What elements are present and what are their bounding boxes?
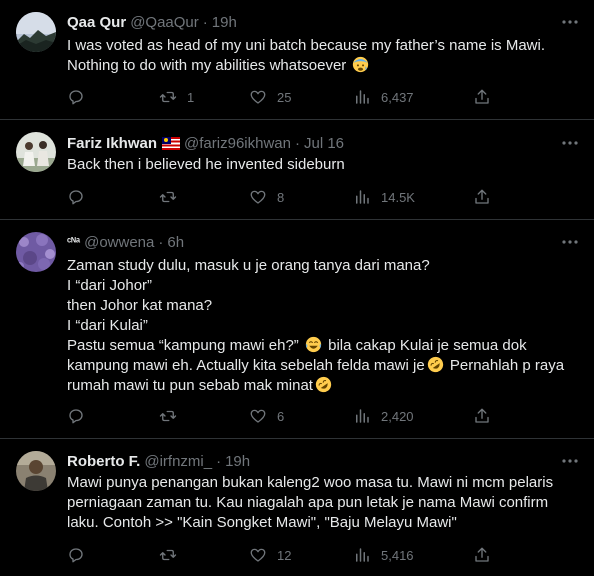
like-icon [250, 409, 266, 423]
tweet-4[interactable]: Roberto F. @irfnzmi_ · 19h Mawi punya pe… [0, 439, 594, 576]
tweet-text-line: kampung mawi eh. Actually kita sebelah f… [67, 356, 582, 376]
retweet-icon [159, 191, 177, 203]
like-icon [250, 548, 266, 562]
reply-icon [69, 90, 83, 105]
share-icon [475, 547, 489, 562]
malaysia-flag-icon [162, 136, 181, 150]
separator-dot: · [202, 13, 208, 31]
more-icon[interactable] [560, 451, 580, 471]
views-icon [356, 548, 369, 562]
tweet-text: I was voted as head of my uni batch beca… [67, 36, 582, 76]
like-button[interactable]: 6 [249, 406, 284, 426]
separator-dot: · [158, 233, 164, 251]
tweet-text-line: Nothing to do with my abilities whatsoev… [67, 56, 582, 76]
views-button[interactable]: 5,416 [353, 545, 414, 565]
tweet-text-line: perniagaan zaman tu. Kau niagalah apa pu… [67, 494, 549, 511]
tweet-text-line: I “dari Kulai” [67, 317, 148, 334]
display-name[interactable]: Fariz Ikhwan [67, 135, 157, 152]
share-icon [475, 89, 489, 104]
like-button[interactable]: 8 [249, 187, 284, 207]
tweet-actions: 1 25 6,437 [67, 87, 507, 107]
user-handle[interactable]: @owwena [84, 234, 154, 251]
user-handle[interactable]: @irfnzmi_ [144, 453, 212, 470]
rofl-emoji [315, 376, 332, 393]
tweet-text-line: Pastu semua “kampung mawi eh?” bila caka… [67, 336, 527, 354]
tweet-1[interactable]: Qaa Qur @QaaQur · 19h I was voted as hea… [0, 0, 594, 120]
tweet-header: Fariz Ikhwan @fariz96ikhwan · Jul 16 [67, 133, 344, 153]
views-button[interactable]: 2,420 [353, 406, 414, 426]
tweet-actions: 6 2,420 [67, 406, 507, 426]
timestamp[interactable]: 6h [167, 234, 184, 251]
reply-icon [69, 409, 83, 424]
retweet-button[interactable] [159, 187, 187, 207]
tweet-text-line: Mawi punya penangan bukan kaleng2 woo ma… [67, 474, 554, 491]
like-icon [250, 90, 266, 104]
tweet-actions: 12 5,416 [67, 545, 507, 565]
more-icon[interactable] [560, 133, 580, 153]
like-icon [250, 190, 266, 204]
separator-dot: · [216, 452, 222, 470]
more-icon[interactable] [560, 232, 580, 252]
tweet-text-line: then Johor kat mana? [67, 297, 213, 314]
tweet-text-line: laku. Contoh >> "Kain Songket Mawi", "Ba… [67, 514, 457, 531]
tweet-actions: 8 14.5K [67, 187, 507, 207]
avatar[interactable] [16, 132, 56, 172]
reply-button[interactable] [67, 87, 95, 107]
tweet-text: Back then i believed he invented sidebur… [67, 155, 582, 175]
retweet-button[interactable]: 1 [159, 87, 194, 107]
separator-dot: · [294, 134, 300, 152]
tweet-header: Roberto F. @irfnzmi_ · 19h [67, 451, 250, 471]
retweet-icon [159, 91, 177, 103]
more-icon[interactable] [560, 12, 580, 32]
share-button[interactable] [473, 406, 491, 426]
share-icon [475, 408, 489, 423]
tweet-2[interactable]: Fariz Ikhwan @fariz96ikhwan · Jul 16 Bac… [0, 120, 594, 220]
display-name[interactable]: Qaa Qur [67, 14, 126, 31]
reply-icon [69, 190, 83, 205]
tweet-text-line: rumah mawi tu pun sebab mak minat [67, 376, 582, 396]
share-button[interactable] [473, 87, 491, 107]
avatar[interactable] [16, 232, 56, 272]
share-button[interactable] [473, 545, 491, 565]
share-button[interactable] [473, 187, 491, 207]
rofl-emoji [427, 356, 443, 373]
display-name[interactable]: Roberto F. [67, 453, 140, 470]
like-button[interactable]: 12 [249, 545, 291, 565]
views-icon [356, 190, 369, 204]
tweet-header: Qaa Qur @QaaQur · 19h [67, 12, 237, 32]
tweet-text-line: I “dari Johor” [67, 277, 153, 294]
reply-icon [69, 548, 83, 563]
reply-button[interactable] [67, 406, 95, 426]
user-handle[interactable]: @QaaQur [130, 14, 199, 31]
display-name[interactable]: ᶜᴺᵃ [67, 236, 80, 248]
reply-button[interactable] [67, 187, 95, 207]
views-icon [356, 409, 369, 423]
retweet-icon [159, 410, 177, 422]
like-button[interactable]: 25 [249, 87, 291, 107]
retweet-icon [159, 549, 177, 561]
joy-emoji [305, 336, 322, 353]
avatar[interactable] [16, 451, 56, 491]
retweet-button[interactable] [159, 545, 187, 565]
retweet-button[interactable] [159, 406, 187, 426]
timestamp[interactable]: 19h [212, 14, 237, 31]
tweet-text-line: Back then i believed he invented sidebur… [67, 156, 345, 173]
share-icon [475, 189, 489, 204]
views-button[interactable]: 14.5K [353, 187, 415, 207]
tweet-header: ᶜᴺᵃ @owwena · 6h [67, 232, 184, 252]
reply-button[interactable] [67, 545, 95, 565]
tweet-text: Mawi punya penangan bukan kaleng2 woo ma… [67, 473, 582, 533]
views-icon [356, 90, 369, 104]
tweet-text-line: I was voted as head of my uni batch beca… [67, 37, 546, 54]
cold-sweat-emoji [353, 56, 369, 73]
tweet-text-line: Zaman study dulu, masuk u je orang tanya… [67, 257, 430, 274]
tweet-3[interactable]: ᶜᴺᵃ @owwena · 6h Zaman study dulu, masuk… [0, 220, 594, 439]
tweet-text: Zaman study dulu, masuk u je orang tanya… [67, 256, 582, 396]
timestamp[interactable]: Jul 16 [304, 135, 344, 152]
avatar[interactable] [16, 12, 56, 52]
views-button[interactable]: 6,437 [353, 87, 414, 107]
user-handle[interactable]: @fariz96ikhwan [184, 135, 291, 152]
timestamp[interactable]: 19h [225, 453, 250, 470]
